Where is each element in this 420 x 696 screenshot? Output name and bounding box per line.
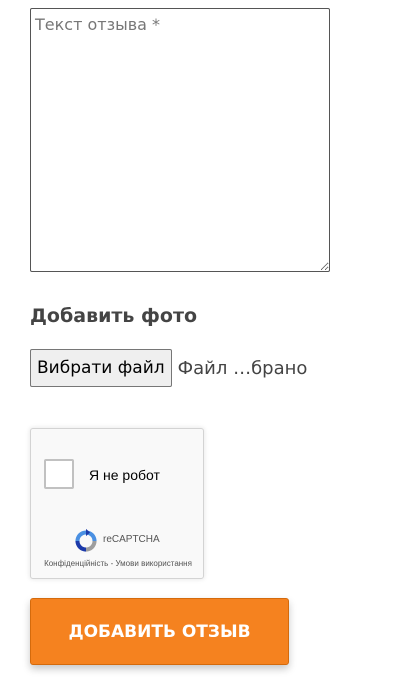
privacy-link[interactable]: Конфіденційність bbox=[44, 559, 108, 568]
review-form: Добавить фото Вибрати файл Файл …брано Я… bbox=[0, 0, 420, 696]
add-photo-heading: Добавить фото bbox=[30, 305, 198, 327]
file-upload-row: Вибрати файл Файл …брано bbox=[30, 349, 307, 387]
terms-link[interactable]: Умови використання bbox=[115, 559, 191, 568]
recaptcha-widget: Я не робот reCAPTCHA Конфіденційність - … bbox=[30, 428, 204, 579]
recaptcha-logo-icon bbox=[75, 528, 97, 552]
recaptcha-brand: reCAPTCHA bbox=[103, 534, 160, 545]
submit-review-button[interactable]: ДОБАВИТЬ ОТЗЫВ bbox=[30, 598, 289, 665]
recaptcha-label: Я не робот bbox=[89, 467, 160, 483]
recaptcha-checkbox[interactable] bbox=[44, 459, 74, 489]
choose-file-button[interactable]: Вибрати файл bbox=[30, 349, 172, 387]
file-status-text: Файл …брано bbox=[177, 357, 308, 379]
recaptcha-links: Конфіденційність - Умови використання bbox=[31, 559, 205, 569]
review-text-field[interactable] bbox=[30, 8, 330, 272]
